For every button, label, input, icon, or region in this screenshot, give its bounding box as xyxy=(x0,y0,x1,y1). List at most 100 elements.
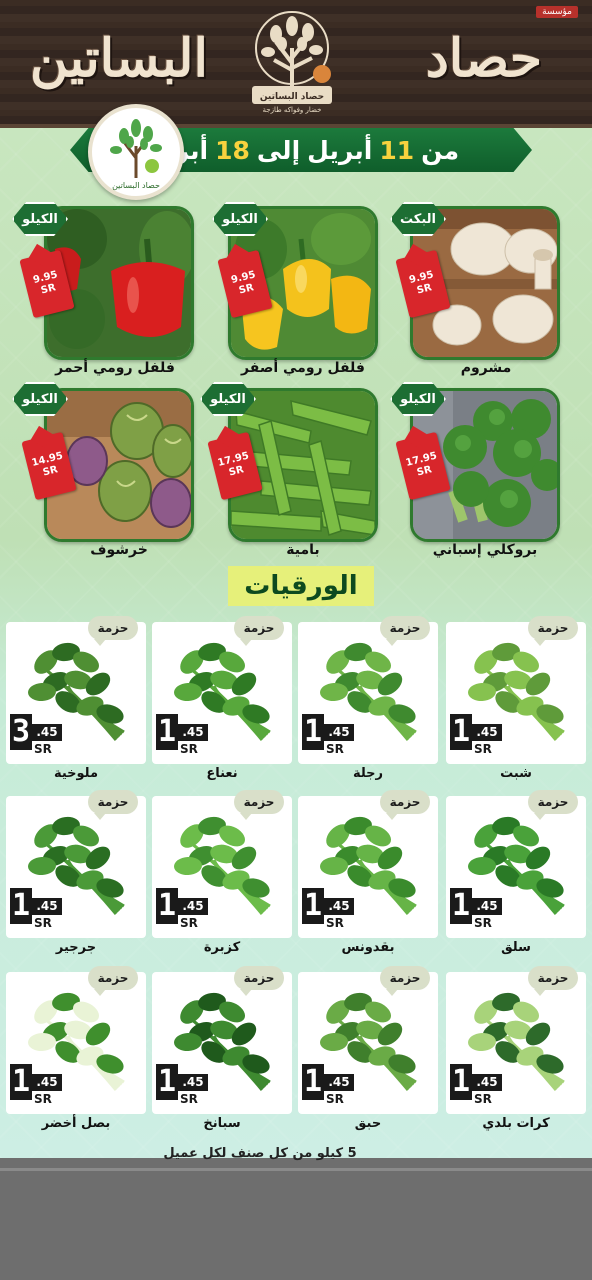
brand-name-first: حصاد xyxy=(425,28,542,89)
leafy-name: رجلة xyxy=(352,766,384,781)
price-currency: SR xyxy=(39,282,57,297)
price-decimal: .45 xyxy=(324,724,354,741)
leafy-card-purslane[interactable]: حزمة 1.45 SR xyxy=(298,616,438,764)
price-currency: SR xyxy=(415,464,433,479)
price-decimal: .45 xyxy=(472,898,502,915)
corner-tag: مؤسسة xyxy=(536,6,578,18)
leafy-name: حبق xyxy=(354,1116,382,1131)
leafy-card-green-onion[interactable]: حزمة 1.45 SR xyxy=(6,966,146,1114)
price-currency: SR xyxy=(474,742,492,756)
product-name: مشروم xyxy=(460,360,512,376)
leafy-card-coriander[interactable]: حزمة 1.45 SR xyxy=(152,790,292,938)
unit-bunch-badge: حزمة xyxy=(234,616,284,646)
price-currency: SR xyxy=(326,1092,344,1106)
product-name: خرشوف xyxy=(90,542,148,558)
leafy-price: 1.45 SR xyxy=(156,1064,208,1108)
product-name: بروكلي إسباني xyxy=(432,542,538,558)
circle-logo: حصاد البساتين xyxy=(88,104,184,200)
header-banner: مؤسسة البساتين حصاد حصاد البساتين خضار و… xyxy=(0,0,592,128)
unit-bunch-badge: حزمة xyxy=(88,616,138,646)
price-currency: SR xyxy=(474,1092,492,1106)
section-title-leafy: الورقيات xyxy=(228,566,374,606)
leafy-card-spinach[interactable]: حزمة 1.45 SR xyxy=(152,966,292,1114)
price-currency: SR xyxy=(34,742,52,756)
date-to-label: إلى xyxy=(256,135,301,165)
unit-bunch-badge: حزمة xyxy=(528,790,578,820)
leafy-price: 1.45 SR xyxy=(450,888,502,932)
unit-bunch-badge: حزمة xyxy=(88,790,138,820)
leafy-price: 1.45 SR xyxy=(10,1064,62,1108)
date-from-label: من xyxy=(421,135,460,165)
round-tree-icon: حصاد البساتين xyxy=(110,119,162,190)
price-integer: 1 xyxy=(156,888,178,924)
leafy-price: 1.45 SR xyxy=(450,714,502,758)
leafy-price: 3.45 SR xyxy=(10,714,62,758)
leafy-name: بصل أخضر xyxy=(41,1116,111,1131)
price-integer: 1 xyxy=(10,1064,32,1100)
price-decimal: .45 xyxy=(324,1074,354,1091)
leafy-card-dill[interactable]: حزمة 1.45 SR xyxy=(446,616,586,764)
leafy-card-parsley[interactable]: حزمة 1.45 SR xyxy=(298,790,438,938)
price-currency: SR xyxy=(41,464,59,479)
price-currency: SR xyxy=(34,916,52,930)
price-integer: 1 xyxy=(450,888,472,924)
price-integer: 1 xyxy=(450,714,472,750)
footer-note: 5 كيلو من كل صنف لكل عميل xyxy=(163,1146,357,1161)
leafy-price: 1.45 SR xyxy=(156,714,208,758)
price-decimal: .45 xyxy=(32,898,62,915)
leafy-name: كزبرة xyxy=(203,940,241,955)
price-integer: 1 xyxy=(302,888,324,924)
price-currency: SR xyxy=(237,282,255,297)
leafy-name: سبانخ xyxy=(203,1116,241,1131)
price-currency: SR xyxy=(180,742,198,756)
unit-bunch-badge: حزمة xyxy=(380,790,430,820)
footer-divider xyxy=(0,1168,592,1171)
price-currency: SR xyxy=(474,916,492,930)
brand-name-second: البساتين xyxy=(30,28,208,89)
leafy-name: جرجير xyxy=(55,940,97,955)
circle-logo-caption: حصاد البساتين xyxy=(112,181,160,190)
unit-bunch-badge: حزمة xyxy=(380,616,430,646)
price-decimal: .45 xyxy=(324,898,354,915)
leafy-card-chard[interactable]: حزمة 1.45 SR xyxy=(446,790,586,938)
price-decimal: .45 xyxy=(32,1074,62,1091)
price-integer: 1 xyxy=(156,714,178,750)
price-integer: 1 xyxy=(10,888,32,924)
price-integer: 3 xyxy=(10,714,32,750)
price-currency: SR xyxy=(227,464,245,479)
unit-bunch-badge: حزمة xyxy=(528,616,578,646)
price-currency: SR xyxy=(180,1092,198,1106)
leafy-name: نعناع xyxy=(206,766,238,781)
leafy-card-basil[interactable]: حزمة 1.45 SR xyxy=(298,966,438,1114)
leafy-name: ملوخية xyxy=(53,766,99,781)
price-decimal: .45 xyxy=(472,1074,502,1091)
leafy-price: 1.45 SR xyxy=(156,888,208,932)
price-decimal: .45 xyxy=(178,1074,208,1091)
leafy-price: 1.45 SR xyxy=(302,714,354,758)
leafy-card-molokhia[interactable]: حزمة 3.45 SR xyxy=(6,616,146,764)
unit-bunch-badge: حزمة xyxy=(528,966,578,996)
leafy-price: 1.45 SR xyxy=(10,888,62,932)
date-end-day: 18 xyxy=(215,135,250,165)
unit-bunch-badge: حزمة xyxy=(380,966,430,996)
date-start-month: أبريل xyxy=(307,135,373,165)
product-name: فلفل رومي أحمر xyxy=(55,360,175,376)
price-decimal: .45 xyxy=(178,724,208,741)
leafy-card-mint[interactable]: حزمة 1.45 SR xyxy=(152,616,292,764)
leafy-name: كرات بلدي xyxy=(482,1116,550,1131)
price-currency: SR xyxy=(415,282,433,297)
price-currency: SR xyxy=(180,916,198,930)
price-currency: SR xyxy=(34,1092,52,1106)
leafy-card-arugula[interactable]: حزمة 1.45 SR xyxy=(6,790,146,938)
grey-footer-band xyxy=(0,1158,592,1280)
product-name: بامية xyxy=(286,542,320,558)
leafy-card-leek[interactable]: حزمة 1.45 SR xyxy=(446,966,586,1114)
price-integer: 1 xyxy=(156,1064,178,1100)
leafy-name: سلق xyxy=(501,940,531,955)
logo-caption: حصاد البساتين xyxy=(260,92,324,102)
price-integer: 1 xyxy=(450,1064,472,1100)
price-currency: SR xyxy=(326,742,344,756)
leafy-price: 1.45 SR xyxy=(302,1064,354,1108)
price-currency: SR xyxy=(326,916,344,930)
price-integer: 1 xyxy=(302,714,324,750)
